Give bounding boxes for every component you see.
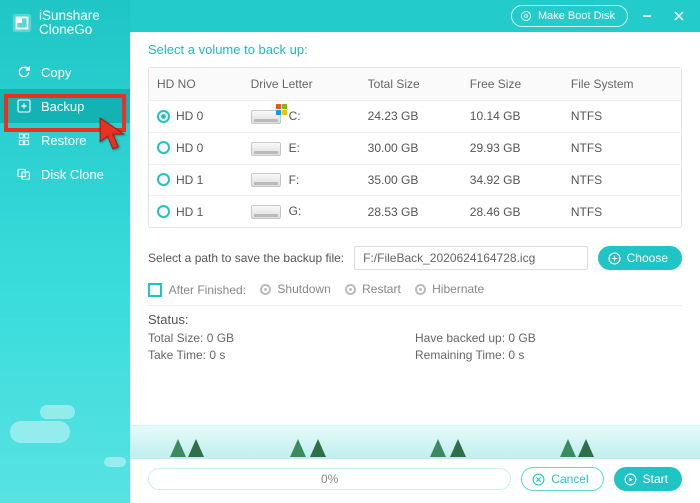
titlebar: Make Boot Disk [130, 0, 700, 32]
cell-total: 28.53 GB [360, 196, 462, 227]
content: Select a volume to back up: HD NO Drive … [130, 32, 700, 503]
brand-line-2: CloneGo [39, 23, 100, 37]
cell-hdno: HD 1 [176, 205, 203, 219]
cell-hdno: HD 1 [176, 173, 203, 187]
cell-total: 24.23 GB [360, 101, 462, 133]
disk-icon [520, 10, 532, 22]
cell-total: 30.00 GB [360, 132, 462, 164]
status-take: Take Time: 0 s [148, 348, 415, 362]
close-button[interactable] [666, 3, 692, 29]
cloud-decoration [10, 421, 70, 443]
progress-percent: 0% [321, 472, 338, 486]
cell-free: 34.92 GB [462, 164, 563, 196]
sidebar-item-copy[interactable]: Copy [0, 55, 130, 89]
backup-path-input[interactable] [354, 246, 588, 270]
main-panel: Make Boot Disk Select a volume to back u… [130, 0, 700, 503]
cell-fs: NTFS [563, 164, 681, 196]
volume-row[interactable]: HD 0 C: 24.23 GB10.14 GBNTFS [149, 101, 681, 133]
volume-table: HD NO Drive Letter Total Size Free Size … [148, 67, 682, 228]
cell-hdno: HD 0 [176, 141, 203, 155]
scene-decoration [130, 425, 700, 459]
brand-line-1: iSunshare [39, 9, 100, 23]
drive-icon [251, 173, 281, 187]
cell-letter: F: [289, 173, 300, 187]
sidebar-item-label: Copy [41, 65, 71, 80]
after-finished-row: After Finished: Shutdown Restart Hiberna… [148, 280, 682, 297]
volume-row[interactable]: HD 1 G: 28.53 GB28.46 GBNTFS [149, 196, 681, 227]
col-total: Total Size [360, 68, 462, 101]
cancel-button[interactable]: Cancel [521, 467, 603, 491]
path-label: Select a path to save the backup file: [148, 251, 344, 265]
choose-button[interactable]: Choose [598, 246, 682, 270]
drive-icon [251, 142, 281, 156]
volume-radio[interactable] [157, 110, 170, 123]
after-opt-restart[interactable]: Restart [345, 282, 401, 296]
cell-free: 28.46 GB [462, 196, 563, 227]
cancel-circle-icon [532, 473, 545, 486]
drive-icon [251, 205, 281, 219]
brand: iSunshare CloneGo [0, 0, 130, 55]
copy-icon [16, 64, 32, 80]
cell-letter: G: [289, 204, 302, 218]
table-header-row: HD NO Drive Letter Total Size Free Size … [149, 68, 681, 101]
backup-icon [16, 98, 32, 114]
cell-letter: E: [289, 141, 300, 155]
sidebar-item-disk-clone[interactable]: Disk Clone [0, 157, 130, 191]
app-window: iSunshare CloneGo Copy Backup [0, 0, 700, 503]
after-opt-shutdown[interactable]: Shutdown [260, 282, 331, 296]
path-row: Select a path to save the backup file: C… [148, 246, 682, 270]
col-fs: File System [563, 68, 681, 101]
cell-letter: C: [289, 109, 301, 123]
sidebar-item-restore[interactable]: Restore [0, 123, 130, 157]
disk-clone-icon [16, 166, 32, 182]
status-have: Have backed up: 0 GB [415, 331, 682, 345]
sidebar-item-label: Disk Clone [41, 167, 104, 182]
progress-bar: 0% [148, 468, 511, 490]
volume-radio[interactable] [157, 173, 170, 186]
make-boot-disk-button[interactable]: Make Boot Disk [511, 5, 628, 27]
restore-icon [16, 132, 32, 148]
col-hdno: HD NO [149, 68, 243, 101]
status-box: Status: Total Size: 0 GB Have backed up:… [148, 312, 682, 362]
cell-hdno: HD 0 [176, 109, 203, 123]
play-circle-icon [624, 473, 637, 486]
volume-row[interactable]: HD 0 E: 30.00 GB29.93 GBNTFS [149, 132, 681, 164]
col-letter: Drive Letter [243, 68, 360, 101]
status-remain: Remaining Time: 0 s [415, 348, 682, 362]
status-total: Total Size: 0 GB [148, 331, 415, 345]
plus-circle-icon [608, 252, 621, 265]
radio-icon [345, 284, 356, 295]
after-finished-label: After Finished: [169, 283, 246, 297]
sidebar-item-label: Backup [41, 99, 84, 114]
radio-icon [415, 284, 426, 295]
sidebar: iSunshare CloneGo Copy Backup [0, 0, 130, 503]
sidebar-item-label: Restore [41, 133, 87, 148]
cell-free: 29.93 GB [462, 132, 563, 164]
cloud-decoration [104, 457, 126, 467]
cell-total: 35.00 GB [360, 164, 462, 196]
section-title: Select a volume to back up: [148, 42, 682, 57]
radio-icon [260, 284, 271, 295]
cell-fs: NTFS [563, 101, 681, 133]
start-button[interactable]: Start [614, 467, 682, 491]
minimize-button[interactable] [634, 3, 660, 29]
volume-radio[interactable] [157, 205, 170, 218]
volume-row[interactable]: HD 1 F: 35.00 GB34.92 GBNTFS [149, 164, 681, 196]
cloud-decoration [40, 405, 75, 419]
cell-free: 10.14 GB [462, 101, 563, 133]
status-title: Status: [148, 312, 682, 327]
after-finished-checkbox[interactable] [148, 283, 162, 297]
volume-radio[interactable] [157, 141, 170, 154]
sidebar-item-backup[interactable]: Backup [0, 89, 130, 123]
cell-fs: NTFS [563, 196, 681, 227]
after-opt-hibernate[interactable]: Hibernate [415, 282, 484, 296]
divider [148, 305, 682, 306]
drive-icon [251, 110, 281, 124]
col-free: Free Size [462, 68, 563, 101]
app-logo-icon [11, 12, 33, 34]
footer: 0% Cancel Start [148, 425, 682, 503]
cell-fs: NTFS [563, 132, 681, 164]
